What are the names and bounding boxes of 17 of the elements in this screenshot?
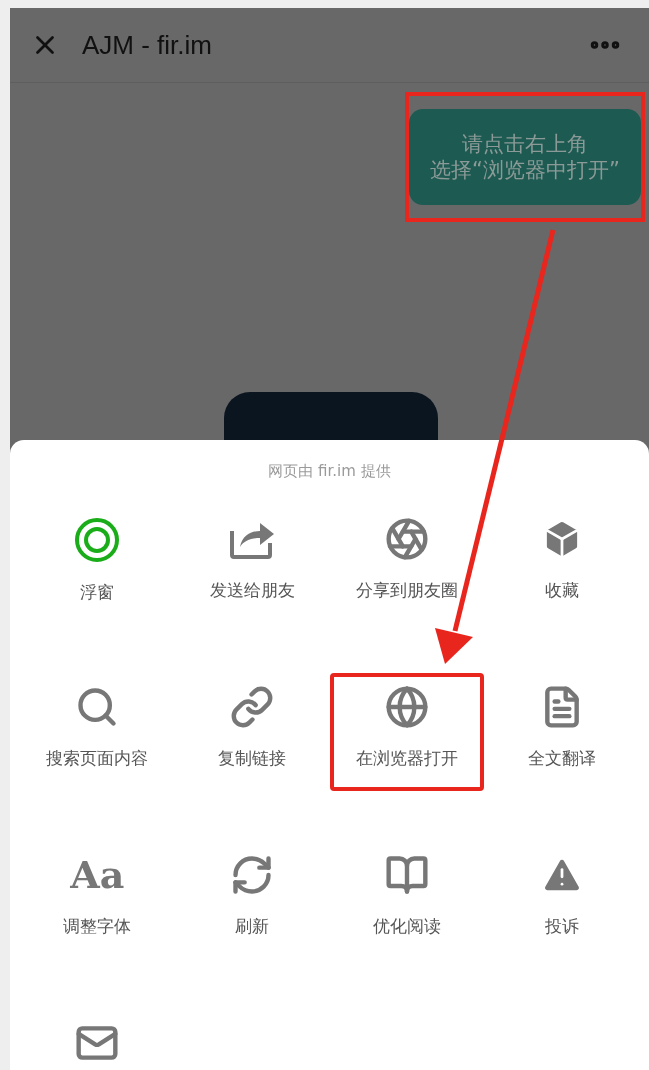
sheet-caption: 网页由 fir.im 提供	[268, 462, 391, 481]
tooltip-text: 选择“浏览器中打开”	[430, 157, 620, 183]
menu-item[interactable]: 浮窗	[20, 505, 175, 623]
menu-item[interactable]: 收藏	[484, 505, 639, 623]
menu-item[interactable]: 复制链接	[174, 673, 330, 791]
menu-item[interactable]: Aa 调整字体	[20, 841, 175, 959]
menu-item[interactable]: 优化阅读	[329, 841, 485, 959]
menu-item[interactable]: 全文翻译	[484, 673, 639, 791]
menu-item[interactable]: 发送给朋友	[174, 505, 330, 623]
menu-item[interactable]: 投诉	[484, 841, 639, 959]
tooltip-text: 请点击右上角	[462, 131, 588, 157]
menu-item[interactable]: 搜索页面内容	[20, 673, 175, 791]
menu-item[interactable]: 在浏览器打开	[329, 673, 485, 791]
menu-item[interactable]: 刷新	[174, 841, 330, 959]
menu-item[interactable]: 分享到朋友圈	[329, 505, 485, 623]
page-title: AJM - fir.im	[82, 29, 213, 61]
font-size-icon: Aa	[70, 853, 125, 897]
